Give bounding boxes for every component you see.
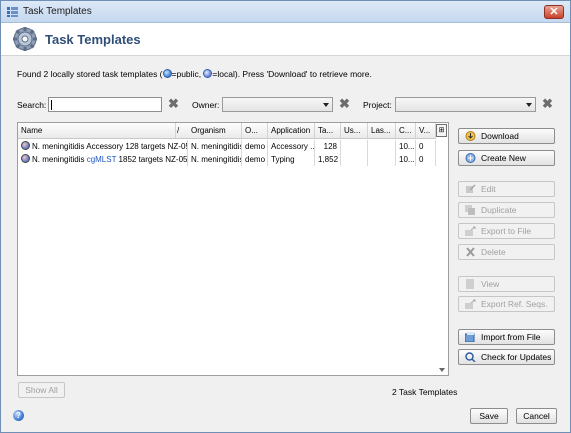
download-button[interactable]: Download: [458, 128, 555, 144]
scroll-down-icon[interactable]: [439, 368, 445, 372]
duplicate-button[interactable]: Duplicate: [458, 202, 555, 218]
col-created[interactable]: C...: [396, 123, 416, 138]
project-label: Project:: [363, 100, 392, 110]
row-organism: N. meningitidis: [188, 140, 242, 153]
export-to-file-button[interactable]: Export to File: [458, 223, 555, 239]
row-owner: demo: [242, 140, 268, 153]
owner-select[interactable]: [222, 97, 333, 112]
clear-project-icon[interactable]: ✖: [542, 97, 553, 110]
row-application: Typing: [268, 153, 315, 166]
info-prefix: Found 2 locally stored task templates (: [17, 69, 163, 79]
duplicate-label: Duplicate: [481, 205, 517, 215]
local-globe-icon: [21, 141, 30, 150]
template-count: 2 Task Templates: [392, 387, 458, 397]
view-label: View: [481, 279, 500, 289]
vertical-scrollbar[interactable]: [436, 139, 448, 375]
info-local: =local). Press 'Download' to retrieve mo…: [212, 69, 372, 79]
project-select[interactable]: [395, 97, 536, 112]
save-button[interactable]: Save: [470, 408, 508, 424]
row-application: Accessory ...: [268, 140, 315, 153]
col-version[interactable]: V...: [416, 123, 436, 138]
info-text: Found 2 locally stored task templates ( =…: [17, 69, 372, 79]
view-button[interactable]: View: [458, 276, 555, 292]
search-label: Search:: [17, 100, 47, 110]
row-version: 0: [416, 140, 436, 153]
col-owner[interactable]: O...: [242, 123, 268, 138]
row-organism: N. meningitidis: [188, 153, 242, 166]
row-last: [368, 140, 396, 153]
col-targets[interactable]: Ta...: [315, 123, 341, 138]
export-ref-seqs-label: Export Ref. Seqs.: [481, 299, 548, 309]
row-owner: demo: [242, 153, 268, 166]
edit-icon: [466, 184, 476, 193]
chevron-down-icon: [526, 103, 532, 107]
update-icon: [465, 352, 476, 362]
row-last: [368, 153, 396, 166]
export-icon: [465, 226, 476, 236]
row-name: N. meningitidis cgMLST 1852 targets NZ-0…: [18, 153, 188, 166]
sort-indicator: /: [177, 126, 180, 135]
info-public: =public,: [171, 69, 204, 79]
export-ref-seqs-button[interactable]: Export Ref. Seqs.: [458, 296, 555, 312]
delete-label: Delete: [481, 247, 506, 257]
delete-button[interactable]: Delete: [458, 244, 555, 260]
col-used[interactable]: Us...: [341, 123, 368, 138]
row-used: [341, 140, 368, 153]
column-selector-icon[interactable]: ⊞: [436, 124, 447, 137]
create-new-label: Create New: [481, 153, 526, 163]
show-all-button[interactable]: Show All: [18, 382, 65, 398]
row-version: 0: [416, 153, 436, 166]
search-input[interactable]: [48, 97, 162, 112]
window-title: Task Templates: [23, 6, 92, 17]
public-globe-icon: [162, 69, 172, 78]
edit-button[interactable]: Edit: [458, 181, 555, 197]
dialog-header: Task Templates: [1, 23, 570, 56]
chevron-down-icon: [323, 103, 329, 107]
page-title: Task Templates: [45, 32, 141, 47]
download-icon: [465, 131, 476, 141]
col-application[interactable]: Application: [268, 123, 315, 138]
gear-icon: [13, 27, 37, 51]
delete-icon: [466, 247, 475, 257]
cancel-button[interactable]: Cancel: [516, 408, 557, 424]
import-from-file-label: Import from File: [481, 332, 541, 342]
text-caret: [51, 100, 52, 110]
col-last[interactable]: Las...: [368, 123, 396, 138]
col-name[interactable]: Name: [18, 123, 176, 138]
col-organism[interactable]: Organism: [188, 123, 242, 138]
duplicate-icon: [465, 205, 475, 215]
check-for-updates-button[interactable]: Check for Updates: [458, 349, 555, 365]
download-label: Download: [481, 131, 519, 141]
title-bar: Task Templates ✕: [1, 1, 570, 23]
task-templates-window: Task Templates ✕ Task Templates Found 2 …: [0, 0, 571, 433]
row-used: [341, 153, 368, 166]
clear-owner-icon[interactable]: ✖: [339, 97, 350, 110]
row-name: N. meningitidis Accessory 128 targets NZ…: [18, 140, 188, 153]
table-row[interactable]: N. meningitidis Accessory 128 targets NZ…: [18, 140, 436, 153]
export-icon: [465, 299, 476, 309]
local-globe-icon: [21, 154, 30, 163]
export-to-file-label: Export to File: [481, 226, 532, 236]
create-new-button[interactable]: Create New: [458, 150, 555, 166]
import-icon: [465, 332, 475, 342]
table-row[interactable]: N. meningitidis cgMLST 1852 targets NZ-0…: [18, 153, 436, 166]
app-icon: [7, 7, 18, 17]
row-created: 10...: [396, 140, 416, 153]
check-for-updates-label: Check for Updates: [481, 352, 552, 362]
edit-label: Edit: [481, 184, 496, 194]
owner-label: Owner:: [192, 100, 220, 110]
table-header: Name / Organism O... Application Ta... U…: [18, 123, 436, 139]
row-created: 10...: [396, 153, 416, 166]
templates-table: Name / Organism O... Application Ta... U…: [17, 122, 449, 376]
help-icon[interactable]: ?: [13, 410, 24, 421]
row-targets: 1,852: [315, 153, 341, 166]
row-targets: 128: [315, 140, 341, 153]
view-icon: [466, 279, 474, 289]
import-from-file-button[interactable]: Import from File: [458, 329, 555, 345]
create-icon: [465, 153, 476, 163]
clear-search-icon[interactable]: ✖: [168, 97, 179, 110]
close-button[interactable]: ✕: [544, 5, 564, 19]
